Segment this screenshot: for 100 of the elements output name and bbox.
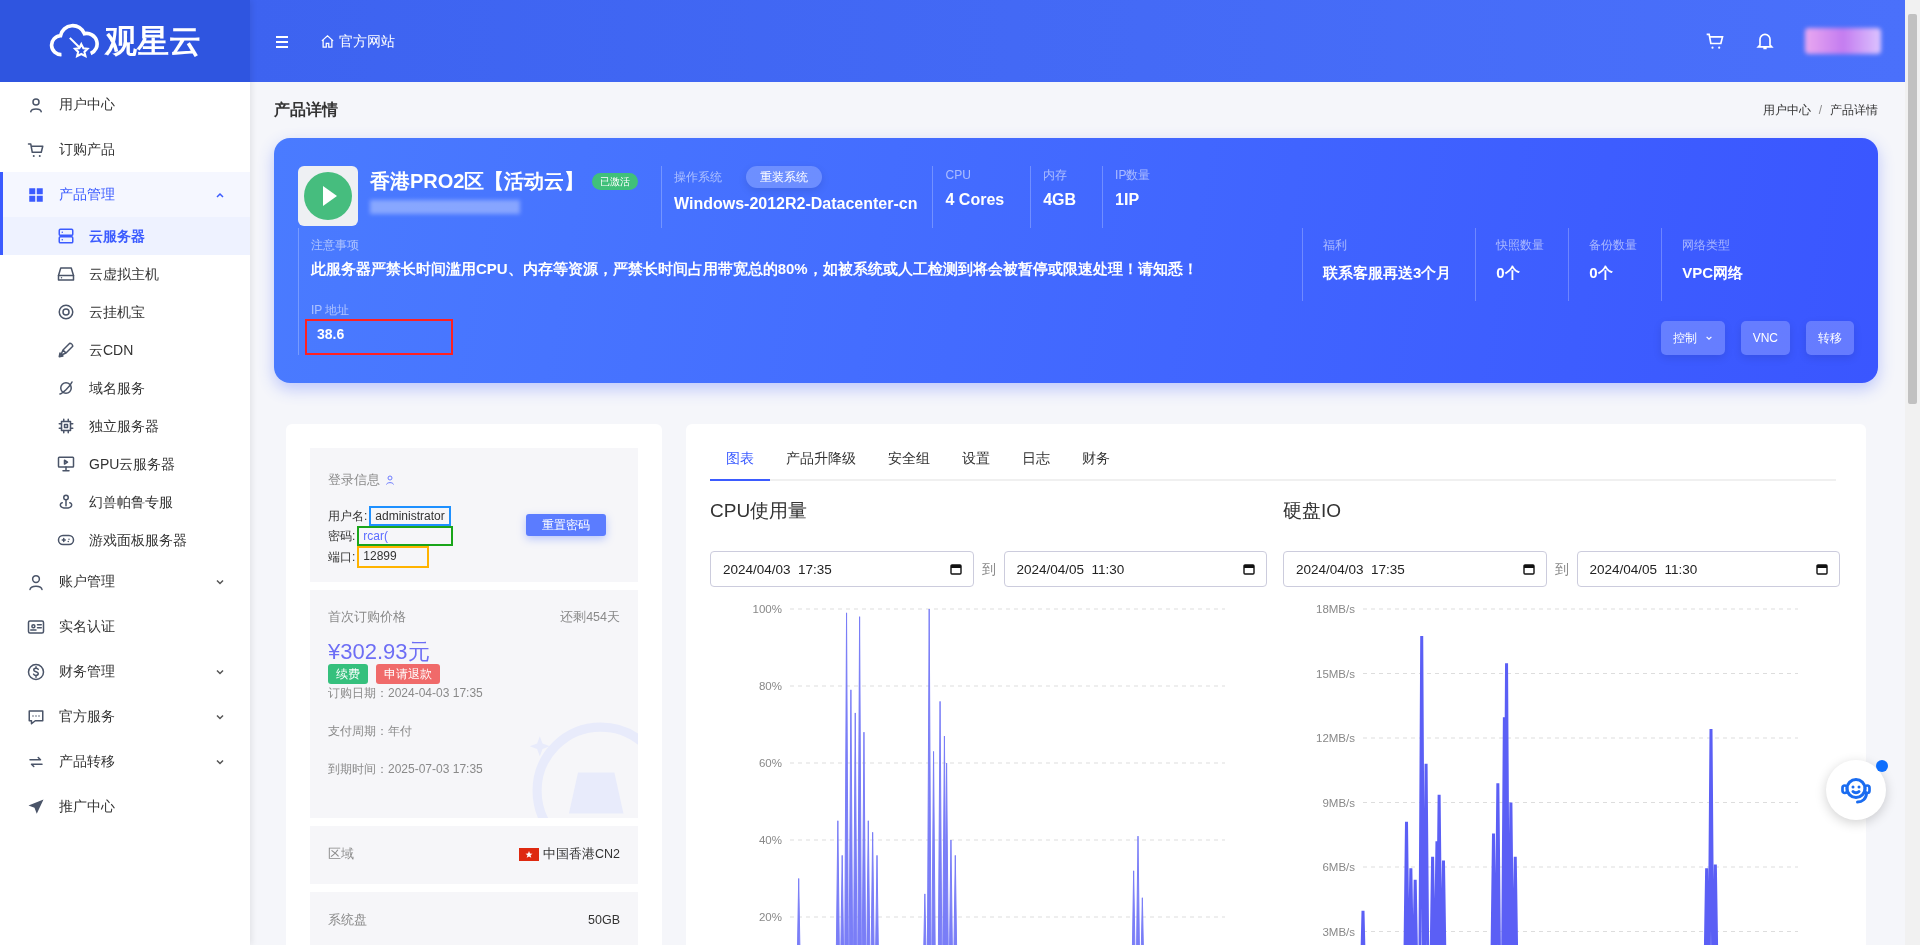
- sidebar-subitem[interactable]: 云服务器: [0, 217, 250, 255]
- cart-icon: [27, 140, 45, 159]
- play-icon: [298, 166, 358, 226]
- menu-icon: [274, 33, 290, 50]
- action-button[interactable]: 转移: [1806, 320, 1854, 355]
- page-title: 产品详情: [274, 100, 338, 120]
- stat-label: 福利: [1323, 237, 1348, 254]
- date-separator: 到: [1553, 559, 1570, 579]
- notification-dot: [1876, 760, 1888, 772]
- detail-value: 50GB: [588, 912, 620, 930]
- detail-label: 区域: [328, 846, 354, 864]
- axis-label: 40%: [758, 834, 782, 846]
- tab[interactable]: 日志: [1006, 439, 1066, 481]
- scrollbar[interactable]: [1905, 0, 1920, 945]
- login-field-label: 用户名:: [328, 507, 368, 524]
- paper-plane-icon: [27, 797, 45, 816]
- user-icon: [384, 473, 396, 486]
- sidebar-subitem[interactable]: 游戏面板服务器: [0, 521, 250, 559]
- hard-drive-icon: [57, 265, 75, 283]
- brand-logo[interactable]: 观星云: [0, 0, 250, 82]
- date-field[interactable]: 2024/04/05 11:30: [1576, 551, 1840, 587]
- axis-label: 9MB/s: [1322, 796, 1355, 809]
- login-title: 登录信息: [328, 471, 380, 489]
- dollar-icon: [27, 662, 45, 681]
- tab[interactable]: 财务: [1066, 439, 1126, 481]
- sidebar-subitem[interactable]: 独立服务器: [0, 407, 250, 445]
- date-field[interactable]: 2024/04/03 17:35: [710, 551, 974, 587]
- stat-value: VPC网络: [1682, 263, 1744, 283]
- sidebar-item[interactable]: 订购产品: [0, 127, 250, 172]
- tab[interactable]: 图表: [710, 439, 770, 481]
- sidebar-subitem[interactable]: GPU云服务器: [0, 445, 250, 483]
- brand-name[interactable]: 观星云: [105, 17, 201, 65]
- chart-title: CPU使用量: [710, 498, 809, 523]
- spec-value: 1IP: [1115, 190, 1141, 210]
- sidebar-item[interactable]: 实名认证: [0, 604, 250, 649]
- login-field-value: 12899: [357, 545, 430, 568]
- axis-label: 6MB/s: [1322, 861, 1355, 873]
- notice-text: 此服务器严禁长时间滥用CPU、内存等资源，严禁长时间占用带宽总的80%，如被系统或人工检测到将会被暂停或限速处理！请知悉！: [311, 259, 1199, 279]
- tab[interactable]: 设置: [946, 439, 1006, 481]
- ip-address: 38.6: [305, 318, 453, 355]
- remaining-days: 还剩454天: [560, 607, 620, 627]
- sidebar-subitem[interactable]: 云挂机宝: [0, 293, 250, 331]
- order-detail-line: 订购日期：2024-04-03 17:35: [328, 685, 484, 703]
- status-badge: 已激活: [592, 172, 639, 190]
- ip-label: IP 地址: [311, 301, 351, 319]
- sidebar-item[interactable]: 官方服务: [0, 694, 250, 739]
- spec-value: 4 Cores: [945, 190, 1005, 210]
- control-dropdown-button[interactable]: 控制: [1660, 320, 1725, 355]
- spec-value: 4GB: [1043, 190, 1077, 210]
- axis-label: 15MB/s: [1316, 667, 1355, 680]
- order-price: ¥302.93元: [328, 640, 431, 665]
- order-detail-line: 到期时间：2025-07-03 17:35: [328, 761, 484, 779]
- sidebar-subitem[interactable]: 云虚拟主机: [0, 255, 250, 293]
- tab[interactable]: 安全组: [872, 439, 946, 481]
- target-icon: [57, 303, 75, 321]
- sidebar-item[interactable]: 产品管理: [0, 172, 250, 217]
- sidebar-subitem[interactable]: 域名服务: [0, 369, 250, 407]
- detail-label: 系统盘: [328, 912, 367, 930]
- cart-icon[interactable]: [1705, 31, 1725, 51]
- calendar-icon: [1243, 563, 1255, 575]
- spec-value: Windows-2012R2-Datacenter-cn: [674, 194, 918, 214]
- tab[interactable]: 产品升降级: [770, 439, 872, 481]
- action-button[interactable]: VNC: [1740, 320, 1790, 355]
- login-field-label: 端口:: [328, 548, 356, 565]
- id-card-icon: [27, 617, 45, 636]
- stat-value: 0个: [1496, 263, 1521, 283]
- breadcrumb-link[interactable]: 用户中心: [1762, 101, 1811, 119]
- reset-password-button[interactable]: 重置密码: [526, 513, 606, 536]
- stat-value: 0个: [1589, 263, 1614, 283]
- axis-label: 20%: [758, 911, 782, 923]
- bell-icon[interactable]: [1755, 31, 1775, 51]
- server-icon: [57, 227, 75, 245]
- sidebar-item[interactable]: 产品转移: [0, 739, 250, 784]
- sidebar-item[interactable]: 推广中心: [0, 784, 250, 829]
- grid-icon: [27, 185, 45, 204]
- notice-label: 注意事项: [311, 237, 360, 254]
- sidebar-item[interactable]: 财务管理: [0, 649, 250, 694]
- stat-value: 联系客服再送3个月: [1323, 263, 1452, 283]
- calendar-icon: [1522, 563, 1535, 575]
- sidebar-item[interactable]: 用户中心: [0, 82, 250, 127]
- calendar-icon: [949, 563, 962, 575]
- order-label: 首次订购价格: [328, 608, 406, 626]
- sidebar-subitem[interactable]: 云CDN: [0, 331, 250, 369]
- axis-label: 12MB/s: [1316, 732, 1355, 744]
- detail-value: 中国香港CN2: [543, 846, 620, 864]
- chip-icon: [57, 417, 75, 435]
- axis-label: 100%: [752, 603, 782, 615]
- login-field-label: 密码:: [328, 527, 356, 544]
- date-field[interactable]: 2024/04/05 11:30: [1003, 551, 1267, 587]
- spec-label: 内存: [1043, 167, 1068, 184]
- home-icon: [320, 33, 335, 49]
- home-link[interactable]: 官方网站: [320, 30, 395, 52]
- sidebar-item[interactable]: 账户管理: [0, 559, 250, 604]
- axis-label: 18MB/s: [1316, 603, 1355, 615]
- date-field[interactable]: 2024/04/03 17:35: [1283, 551, 1547, 587]
- product-name: 香港PRO2区【活动云】: [370, 169, 585, 194]
- axis-label: 3MB/s: [1322, 925, 1355, 938]
- stat-label: 快照数量: [1496, 237, 1545, 254]
- chat-icon: [27, 707, 45, 726]
- sidebar-subitem[interactable]: 幻兽帕鲁专服: [0, 483, 250, 521]
